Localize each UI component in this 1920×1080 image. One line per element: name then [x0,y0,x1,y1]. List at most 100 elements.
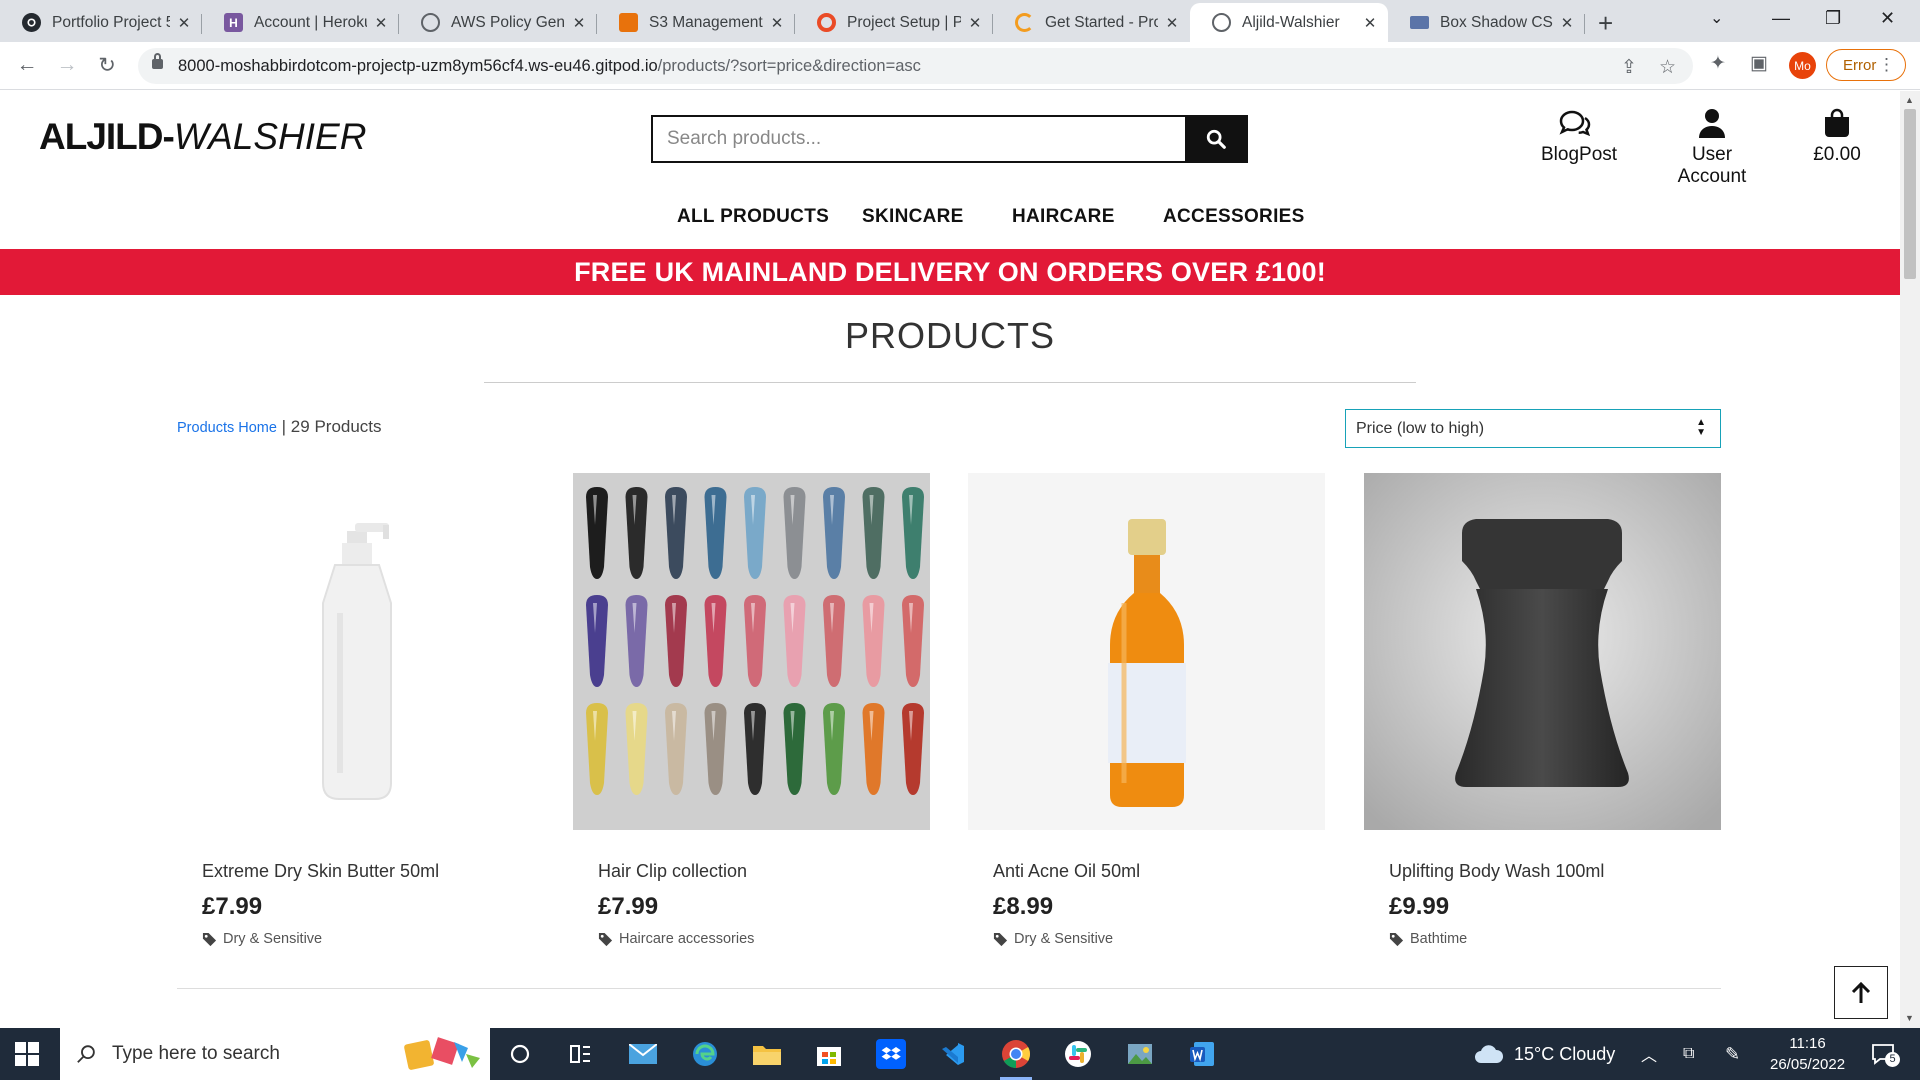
tab-search-chevron-icon[interactable]: ⌄ [1710,8,1723,28]
word-icon[interactable] [1184,1036,1220,1072]
close-tab-icon[interactable]: ✕ [1559,14,1575,32]
product-category[interactable]: Dry & Sensitive [202,931,322,947]
product-image[interactable] [177,473,534,830]
edge-icon[interactable] [687,1036,723,1072]
product-image[interactable] [1364,473,1721,830]
product-card[interactable]: Anti Acne Oil 50ml £8.99 Dry & Sensitive [968,473,1325,976]
notifications-icon[interactable]: 5 [1870,1028,1900,1080]
mail-icon[interactable] [625,1036,661,1072]
weather-widget[interactable]: 15°C Cloudy [1474,1028,1615,1080]
product-card[interactable]: Uplifting Body Wash 100ml £9.99 Bathtime [1364,473,1721,976]
back-icon[interactable]: ← [13,51,41,79]
new-tab-icon[interactable]: + [1598,8,1613,39]
meet-now-icon[interactable]: ⧉ [1683,1028,1694,1080]
nav-skincare[interactable]: SKINCARE [862,206,964,228]
tray-chevron-icon[interactable]: ︿ [1641,1028,1657,1080]
page-title: PRODUCTS [844,315,1055,356]
product-price: £7.99 [598,893,659,920]
browser-tab[interactable]: H Account | Heroku ✕ [202,3,399,42]
scroll-down-icon[interactable]: ▼ [1905,1013,1914,1023]
profile-avatar[interactable]: Mo [1789,52,1816,79]
body-wash-image [1364,473,1721,830]
products-page: PRODUCTS Products Home | 29 Products Pri… [0,295,1900,1028]
close-tab-icon[interactable]: ✕ [373,14,389,32]
cortana-icon[interactable] [502,1036,538,1072]
scroll-up-icon[interactable]: ▲ [1905,95,1914,105]
browser-tab[interactable]: Project Setup | Pr ✕ [795,3,993,42]
close-tab-icon[interactable]: ✕ [1362,14,1378,32]
dropbox-icon[interactable] [873,1036,909,1072]
browser-tab[interactable]: AWS Policy Genera ✕ [399,3,597,42]
search-button[interactable] [1185,117,1246,161]
account-link[interactable]: User Account [1660,108,1764,188]
slack-icon[interactable] [1060,1036,1096,1072]
forward-icon[interactable]: → [53,51,81,79]
nav-all-products[interactable]: ALL PRODUCTS [677,206,829,228]
store-icon[interactable] [811,1036,847,1072]
blog-link[interactable]: BlogPost [1541,108,1617,166]
file-explorer-icon[interactable] [749,1036,785,1072]
close-tab-icon[interactable]: ✕ [571,14,587,32]
sort-value: Price (low to high) [1356,419,1485,437]
address-bar[interactable]: 8000-moshabbirdotcom-projectp-uzm8ym56cf… [138,48,1693,84]
windows-start-icon[interactable] [15,1042,39,1066]
title-divider [484,382,1416,383]
page-scrollbar[interactable]: ▲ ▼ [1900,91,1920,1028]
nav-haircare[interactable]: HAIRCARE [1012,206,1115,228]
product-count-text: | 29 Products [281,417,382,436]
product-category[interactable]: Haircare accessories [598,931,754,947]
task-view-icon[interactable] [562,1036,598,1072]
chrome-icon[interactable] [998,1036,1034,1080]
nav-accessories[interactable]: ACCESSORIES [1163,206,1305,228]
browser-tab[interactable]: S3 Management C ✕ [597,3,795,42]
pump-bottle-image [322,523,392,800]
close-tab-icon[interactable]: ✕ [769,14,785,32]
product-category[interactable]: Bathtime [1389,931,1467,947]
globe-icon [421,13,440,32]
minimize-icon[interactable]: — [1772,8,1790,29]
search-input[interactable] [653,117,1185,161]
window-icon [1410,16,1429,29]
browser-tab[interactable]: Portfolio Project 5 ✕ [0,3,202,42]
products-home-link[interactable]: Products Home [177,420,277,436]
close-window-icon[interactable]: ✕ [1880,8,1895,29]
tag-icon [598,932,613,946]
sort-select[interactable]: Price (low to high) ▲ ▼ [1345,409,1721,448]
product-card[interactable]: Extreme Dry Skin Butter 50ml £7.99 Dry &… [177,473,534,976]
scrollbar-thumb[interactable] [1904,109,1916,279]
tab-title: Account | Heroku [254,13,367,31]
product-image[interactable] [968,473,1325,830]
reload-icon[interactable]: ↻ [93,51,121,79]
select-arrows-icon: ▲ ▼ [1696,417,1706,438]
back-to-top-button[interactable] [1834,966,1888,1019]
product-name[interactable]: Uplifting Body Wash 100ml [1389,861,1604,882]
browser-tab-active[interactable]: Aljild-Walshier ✕ [1190,3,1388,42]
product-category[interactable]: Dry & Sensitive [993,931,1113,947]
cloud-icon [1475,1045,1504,1063]
restore-icon[interactable]: ❐ [1825,8,1841,29]
bookmark-star-icon[interactable]: ☆ [1659,56,1676,79]
photos-app-icon[interactable] [1122,1036,1158,1072]
browser-tab[interactable]: Box Shadow CSS ✕ [1388,3,1585,42]
close-tab-icon[interactable]: ✕ [967,14,983,32]
close-tab-icon[interactable]: ✕ [1164,14,1180,32]
product-name[interactable]: Extreme Dry Skin Butter 50ml [202,861,439,882]
product-card[interactable]: Hair Clip collection £7.99 Haircare acce… [573,473,930,976]
product-image[interactable] [573,473,930,830]
side-panel-icon[interactable]: ▣ [1750,52,1768,75]
taskbar-search[interactable]: Type here to search [60,1028,490,1080]
pen-icon[interactable]: ✎ [1725,1028,1740,1080]
taskbar-search-placeholder: Type here to search [112,1043,280,1064]
extensions-icon[interactable]: ✦ [1710,52,1726,75]
error-button[interactable]: Error ⋮ [1826,49,1906,81]
vscode-icon[interactable] [935,1036,971,1072]
menu-dots-icon[interactable]: ⋮ [1878,55,1895,75]
shopping-bag-link[interactable]: £0.00 [1813,108,1861,166]
share-icon[interactable]: ⇪ [1621,56,1637,79]
browser-tab[interactable]: Get Started - Proj ✕ [993,3,1190,42]
close-tab-icon[interactable]: ✕ [176,14,192,32]
product-name[interactable]: Anti Acne Oil 50ml [993,861,1140,882]
site-logo[interactable]: ALJILD-WALSHIER [39,116,366,158]
product-name[interactable]: Hair Clip collection [598,861,747,882]
clock[interactable]: 11:16 26/05/2022 [1770,1028,1845,1080]
